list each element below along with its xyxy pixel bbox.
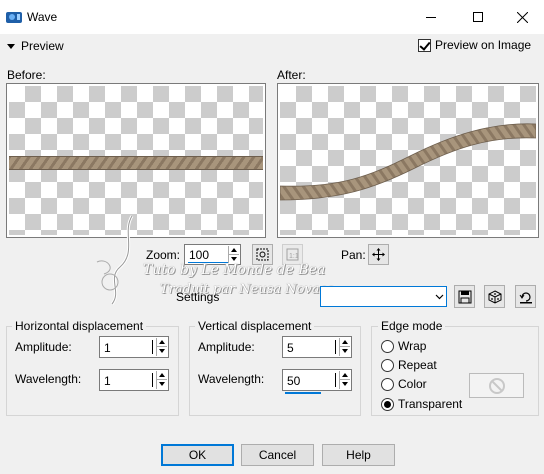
- svg-text:1:1: 1:1: [289, 253, 299, 260]
- spin-up-icon[interactable]: [157, 338, 167, 346]
- app-icon: [6, 12, 22, 23]
- zoom-value[interactable]: 100: [189, 248, 209, 262]
- radio-label: Color: [398, 377, 427, 391]
- settings-preset-dropdown[interactable]: [320, 286, 447, 307]
- field-value[interactable]: 1: [104, 374, 111, 388]
- spin-down-icon[interactable]: [340, 347, 350, 355]
- preview-on-image-label: Preview on Image: [435, 38, 532, 52]
- radio-label: Repeat: [398, 358, 437, 372]
- focus-underline: [285, 392, 321, 394]
- dice-icon: [488, 289, 501, 304]
- wavelength-label: Wavelength:: [15, 372, 82, 386]
- rope-image: [9, 156, 263, 170]
- maximize-icon: [473, 12, 483, 22]
- field-value[interactable]: 1: [104, 341, 111, 355]
- radio-icon[interactable]: [381, 377, 394, 391]
- horizontal-wavelength-stepper[interactable]: 1: [99, 369, 169, 391]
- preview-on-image-checkbox[interactable]: Preview on Image: [418, 38, 531, 52]
- preview-toggle[interactable]: Preview: [7, 39, 64, 53]
- ok-label: OK: [188, 448, 207, 462]
- actual-size-icon: 1:1: [286, 248, 299, 261]
- before-label: Before:: [7, 68, 46, 82]
- radio-icon[interactable]: [381, 339, 394, 353]
- zoom-spinner[interactable]: [228, 246, 239, 263]
- vertical-wavelength-stepper[interactable]: 50: [282, 369, 352, 394]
- chevron-down-icon: [435, 294, 444, 300]
- spinner[interactable]: [156, 338, 167, 356]
- minimize-button[interactable]: [408, 0, 454, 34]
- radio-label: Transparent: [398, 397, 463, 411]
- slider-tick: [335, 373, 336, 387]
- zoom-fit-icon: [256, 248, 269, 261]
- watermark-text: Tuto by Le Monde de Bea: [143, 262, 326, 278]
- spin-down-icon[interactable]: [340, 380, 350, 388]
- window-title: Wave: [27, 10, 58, 24]
- reset-defaults-button[interactable]: [515, 285, 536, 308]
- maximize-button[interactable]: [455, 0, 501, 34]
- field-value[interactable]: 5: [287, 341, 294, 355]
- edge-mode-transparent-radio[interactable]: Transparent: [381, 397, 462, 411]
- ok-button[interactable]: OK: [161, 444, 234, 466]
- edge-mode-wrap-radio[interactable]: Wrap: [381, 339, 426, 353]
- move-icon: [372, 248, 385, 261]
- preview-toggle-label: Preview: [21, 39, 64, 53]
- zoom-label: Zoom:: [146, 248, 181, 262]
- help-button[interactable]: Help: [322, 444, 395, 466]
- save-preset-button[interactable]: [454, 285, 475, 308]
- edge-mode-repeat-radio[interactable]: Repeat: [381, 358, 437, 372]
- settings-label: Settings: [176, 290, 220, 304]
- watermark-flourish-icon: [96, 215, 134, 305]
- cancel-button[interactable]: Cancel: [241, 444, 314, 466]
- wavelength-label: Wavelength:: [198, 372, 265, 386]
- collapse-arrow-icon: [7, 43, 15, 49]
- spin-down-icon[interactable]: [157, 347, 167, 355]
- amplitude-label: Amplitude:: [198, 340, 255, 354]
- help-label: Help: [346, 448, 371, 462]
- reset-icon: [519, 291, 532, 303]
- amplitude-label: Amplitude:: [15, 340, 72, 354]
- spinner[interactable]: [339, 338, 350, 356]
- close-button[interactable]: [499, 0, 544, 34]
- after-preview[interactable]: [277, 83, 539, 238]
- pan-label: Pan:: [341, 248, 366, 262]
- no-color-icon: [488, 377, 505, 394]
- spinner[interactable]: [156, 371, 167, 389]
- edge-color-swatch[interactable]: [469, 373, 524, 398]
- spin-up-icon[interactable]: [340, 338, 350, 346]
- radio-label: Wrap: [398, 339, 427, 353]
- close-icon: [516, 11, 528, 23]
- slider-tick: [335, 340, 336, 354]
- spin-down-icon[interactable]: [157, 380, 167, 388]
- pan-button[interactable]: [368, 244, 389, 265]
- field-value[interactable]: 50: [287, 374, 300, 388]
- slider-tick: [152, 340, 153, 354]
- group-title: Edge mode: [378, 319, 446, 333]
- radio-icon[interactable]: [381, 397, 394, 411]
- group-title: Vertical displacement: [195, 319, 315, 333]
- after-label: After:: [277, 68, 306, 82]
- spin-up-icon[interactable]: [229, 246, 239, 254]
- save-icon: [458, 290, 471, 303]
- slider-tick: [152, 373, 153, 387]
- spin-up-icon[interactable]: [157, 371, 167, 379]
- randomize-button[interactable]: [484, 285, 505, 308]
- cancel-label: Cancel: [258, 448, 297, 462]
- edge-mode-color-radio[interactable]: Color: [381, 377, 427, 391]
- transparency-checkerboard: [280, 86, 536, 235]
- horizontal-amplitude-stepper[interactable]: 1: [99, 336, 169, 358]
- group-title: Horizontal displacement: [12, 319, 147, 333]
- radio-icon[interactable]: [381, 358, 394, 372]
- checkbox-icon[interactable]: [418, 38, 431, 52]
- vertical-amplitude-stepper[interactable]: 5: [282, 336, 352, 358]
- spin-up-icon[interactable]: [340, 371, 350, 379]
- spinner[interactable]: [339, 371, 350, 389]
- waved-rope-image: [280, 123, 536, 201]
- minimize-icon: [426, 16, 436, 18]
